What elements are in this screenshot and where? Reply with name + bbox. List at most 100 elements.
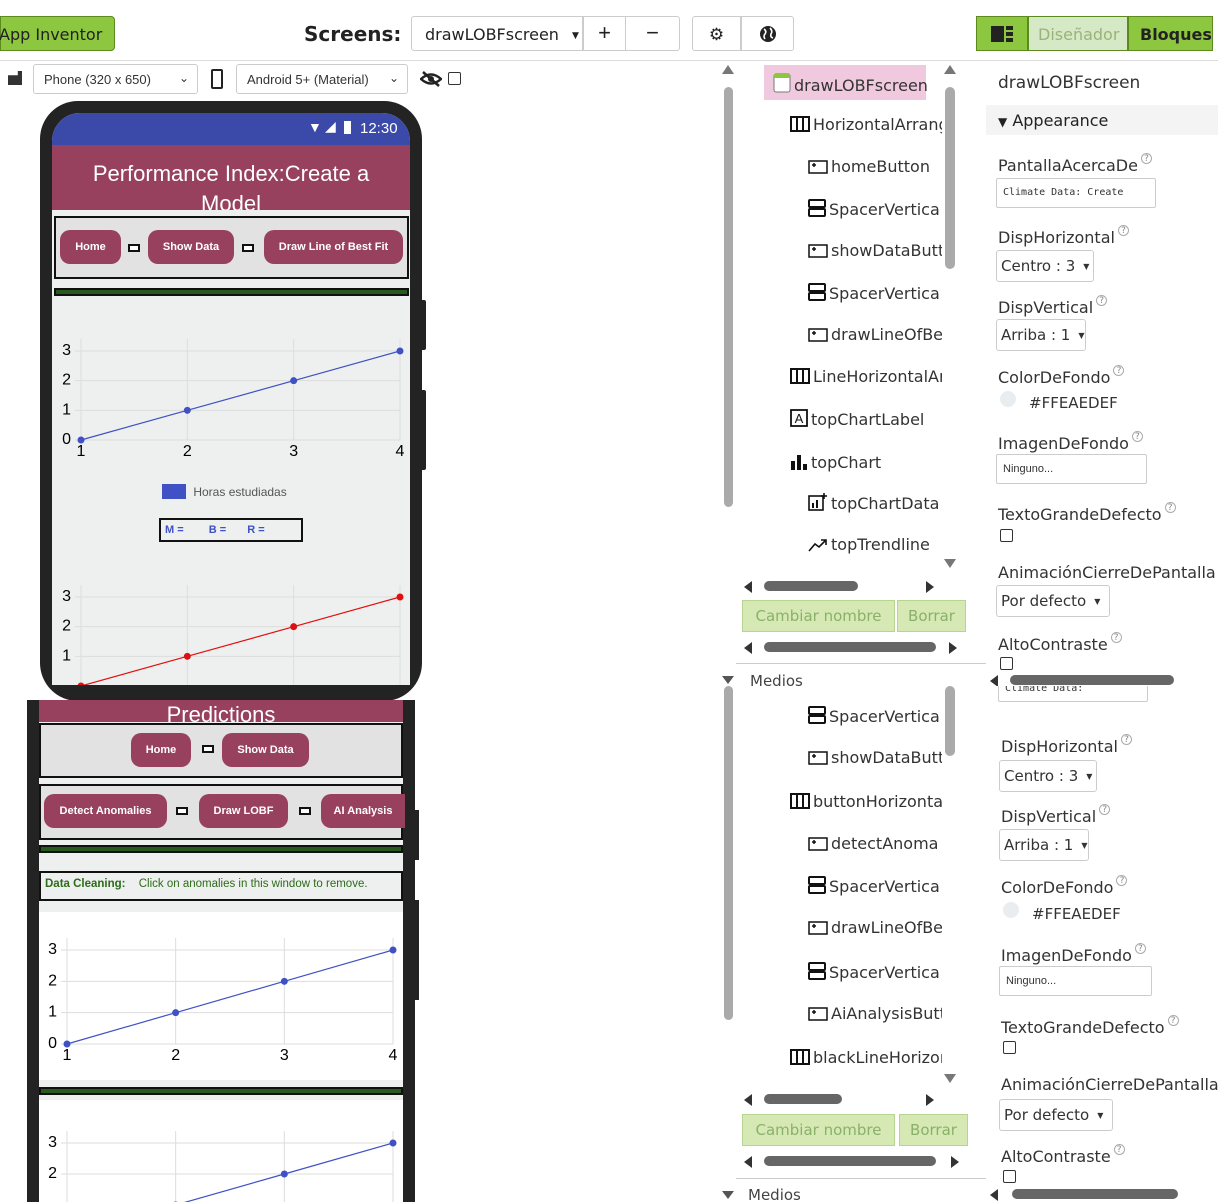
halign-dropdown[interactable]: Centro : 3 ▼ [996, 250, 1094, 282]
viewer-collapse-icon[interactable] [8, 71, 22, 85]
about-screen-textarea[interactable]: Climate Data: Create [996, 178, 1156, 208]
horizontal-scrollbar[interactable] [1010, 675, 1174, 685]
tree-item-topchartlabel[interactable]: AtopChartLabel [790, 409, 924, 431]
valign-dropdown[interactable]: Arriba : 1 ▼ [996, 319, 1086, 351]
show-data-button[interactable]: Show Data [222, 733, 309, 767]
language-button[interactable] [741, 16, 794, 51]
appearance-section-header[interactable]: ▼ Appearance [986, 105, 1218, 135]
horizontal-scrollbar[interactable] [764, 581, 858, 591]
bgimage-picker[interactable]: Ninguno... [999, 966, 1152, 996]
bigtext-checkbox[interactable] [1003, 1041, 1016, 1054]
scroll-right-arrow[interactable] [949, 642, 957, 654]
phone-size-select[interactable]: Phone (320 x 650) ⌄ [33, 64, 198, 94]
valign-dropdown[interactable]: Arriba : 1 ▼ [999, 829, 1089, 861]
app-inventor-menu-button[interactable]: App Inventor [0, 16, 115, 51]
scroll-right-arrow[interactable] [926, 1094, 934, 1106]
tree-item-spacervertica[interactable]: SpacerVertica [808, 706, 940, 728]
high-contrast-checkbox[interactable] [1003, 1170, 1016, 1183]
collapse-arrow-icon[interactable] [722, 676, 734, 684]
delete-button[interactable]: Borrar [899, 1114, 968, 1146]
screen-selector[interactable]: drawLOBFscreen ▼ [411, 16, 583, 51]
show-hidden-checkbox[interactable] [448, 72, 461, 85]
tree-item-showdatabutt[interactable]: showDataButt [808, 241, 942, 262]
horizontal-scrollbar[interactable] [1012, 1189, 1178, 1199]
tree-item-topchart[interactable]: −topChart [790, 453, 881, 474]
tree-item-spacervertica[interactable]: SpacerVertica [808, 199, 940, 221]
show-data-button[interactable]: Show Data [148, 230, 234, 264]
scroll-right-arrow[interactable] [951, 1156, 959, 1168]
rename-button[interactable]: Cambiar nombre [742, 600, 895, 632]
project-properties-button[interactable]: ⚙ [692, 16, 741, 51]
scroll-up-arrow[interactable] [944, 65, 956, 74]
draw-lobf-button[interactable]: Draw LOBF [199, 794, 288, 828]
horizontal-scrollbar[interactable] [764, 1094, 842, 1104]
toggle-panels-button[interactable] [976, 16, 1028, 51]
bigtext-checkbox[interactable] [1000, 529, 1013, 542]
detect-anomalies-button[interactable]: Detect Anomalies [44, 794, 167, 828]
rename-button[interactable]: Cambiar nombre [742, 1114, 895, 1146]
tree-item-horizontalarrang[interactable]: −HorizontalArrang [790, 115, 942, 136]
scroll-left-arrow[interactable] [744, 1094, 752, 1106]
scroll-left-arrow[interactable] [990, 1189, 998, 1201]
close-animation-label: AnimaciónCierreDePantalla [1001, 1075, 1218, 1094]
vertical-scrollbar[interactable] [724, 87, 733, 507]
bgcolor-value[interactable]: #FFEAEDEF [1029, 394, 1118, 412]
scroll-left-arrow[interactable] [744, 642, 752, 654]
scroll-left-arrow[interactable] [744, 581, 752, 593]
home-button[interactable]: Home [131, 733, 191, 767]
bgcolor-value[interactable]: #FFEAEDEF [1032, 905, 1121, 923]
scroll-down-arrow[interactable] [944, 559, 956, 568]
scroll-left-arrow[interactable] [744, 1156, 752, 1168]
section-title: Appearance [1012, 111, 1109, 130]
tree-item-aianalysisbutt[interactable]: AiAnalysisButt [808, 1004, 942, 1025]
vertical-scrollbar[interactable] [945, 686, 955, 756]
draw-lobf-button[interactable]: Draw Line of Best Fit [264, 230, 403, 264]
about-screen-textarea[interactable]: Climate Data: [998, 686, 1148, 702]
bgimage-picker[interactable]: Ninguno... [996, 454, 1147, 484]
halign-dropdown[interactable]: Centro : 3 ▼ [999, 760, 1097, 792]
close-animation-dropdown[interactable]: Por defecto ▼ [999, 1099, 1113, 1131]
tree-item-showdatabutt[interactable]: showDataButt [808, 748, 942, 769]
tree-item-toptrendline[interactable]: topTrendline [808, 535, 930, 556]
tree-item-buttonhorizontal[interactable]: −buttonHorizontal [790, 792, 942, 813]
vertical-scrollbar[interactable] [724, 686, 733, 1020]
y-tick-label: 3 [62, 588, 71, 605]
vertical-scrollbar[interactable] [945, 87, 955, 269]
scroll-right-arrow[interactable] [926, 581, 934, 593]
close-animation-dropdown[interactable]: Por defecto ▼ [996, 585, 1110, 617]
tree-item-spacervertica[interactable]: SpacerVertica [808, 283, 940, 305]
scroll-up-arrow[interactable] [722, 65, 734, 74]
tree-item-linehorizontalar[interactable]: LineHorizontalAr [790, 367, 942, 388]
tree-item-blacklinehorizor[interactable]: blackLineHorizor [790, 1048, 942, 1069]
collapse-arrow-icon[interactable] [722, 1191, 734, 1199]
scroll-down-arrow[interactable] [944, 1074, 956, 1083]
phone-preview-icon[interactable] [211, 69, 223, 89]
theme-select[interactable]: Android 5+ (Material) ⌄ [236, 64, 408, 94]
tree-item-drawlineofbe[interactable]: drawLineOfBe: [808, 325, 942, 346]
tree-item-spacervertica[interactable]: SpacerVertica [808, 876, 940, 898]
designer-tab[interactable]: Diseñador [1028, 16, 1128, 51]
tree-item-homebutton[interactable]: homeButton [808, 157, 930, 178]
blocks-tab[interactable]: Bloques [1128, 16, 1213, 51]
media-header[interactable]: Medios [748, 1186, 801, 1202]
tree-item-drawlobfscreen[interactable]: −drawLOBFscreen [773, 73, 928, 97]
color-swatch[interactable] [1000, 391, 1016, 407]
add-screen-button[interactable]: + [583, 16, 626, 51]
legend-swatch [162, 484, 186, 499]
tree-item-topchartdata[interactable]: topChartData [808, 493, 939, 515]
home-button[interactable]: Home [60, 230, 121, 264]
tree-item-spacervertica[interactable]: SpacerVertica [808, 962, 940, 984]
tree-item-detectanoma[interactable]: detectAnoma [808, 834, 938, 855]
tree-item-drawlineofbe[interactable]: drawLineOfBe: [808, 918, 942, 939]
top-toolbar: App Inventor Screens: drawLOBFscreen ▼ +… [0, 0, 1218, 61]
ai-analysis-button[interactable]: AI Analysis [321, 794, 405, 828]
media-header[interactable]: Medios [750, 672, 803, 686]
scroll-left-arrow[interactable] [990, 675, 998, 686]
color-swatch[interactable] [1003, 902, 1019, 918]
delete-button[interactable]: Borrar [897, 600, 966, 632]
horizontal-scrollbar[interactable] [764, 1156, 936, 1166]
remove-screen-button[interactable]: − [625, 16, 680, 51]
anomaly-chart[interactable]: 01231 2 3 4 [39, 930, 403, 1070]
horizontal-scrollbar[interactable] [764, 642, 936, 652]
high-contrast-checkbox[interactable] [1000, 657, 1013, 670]
